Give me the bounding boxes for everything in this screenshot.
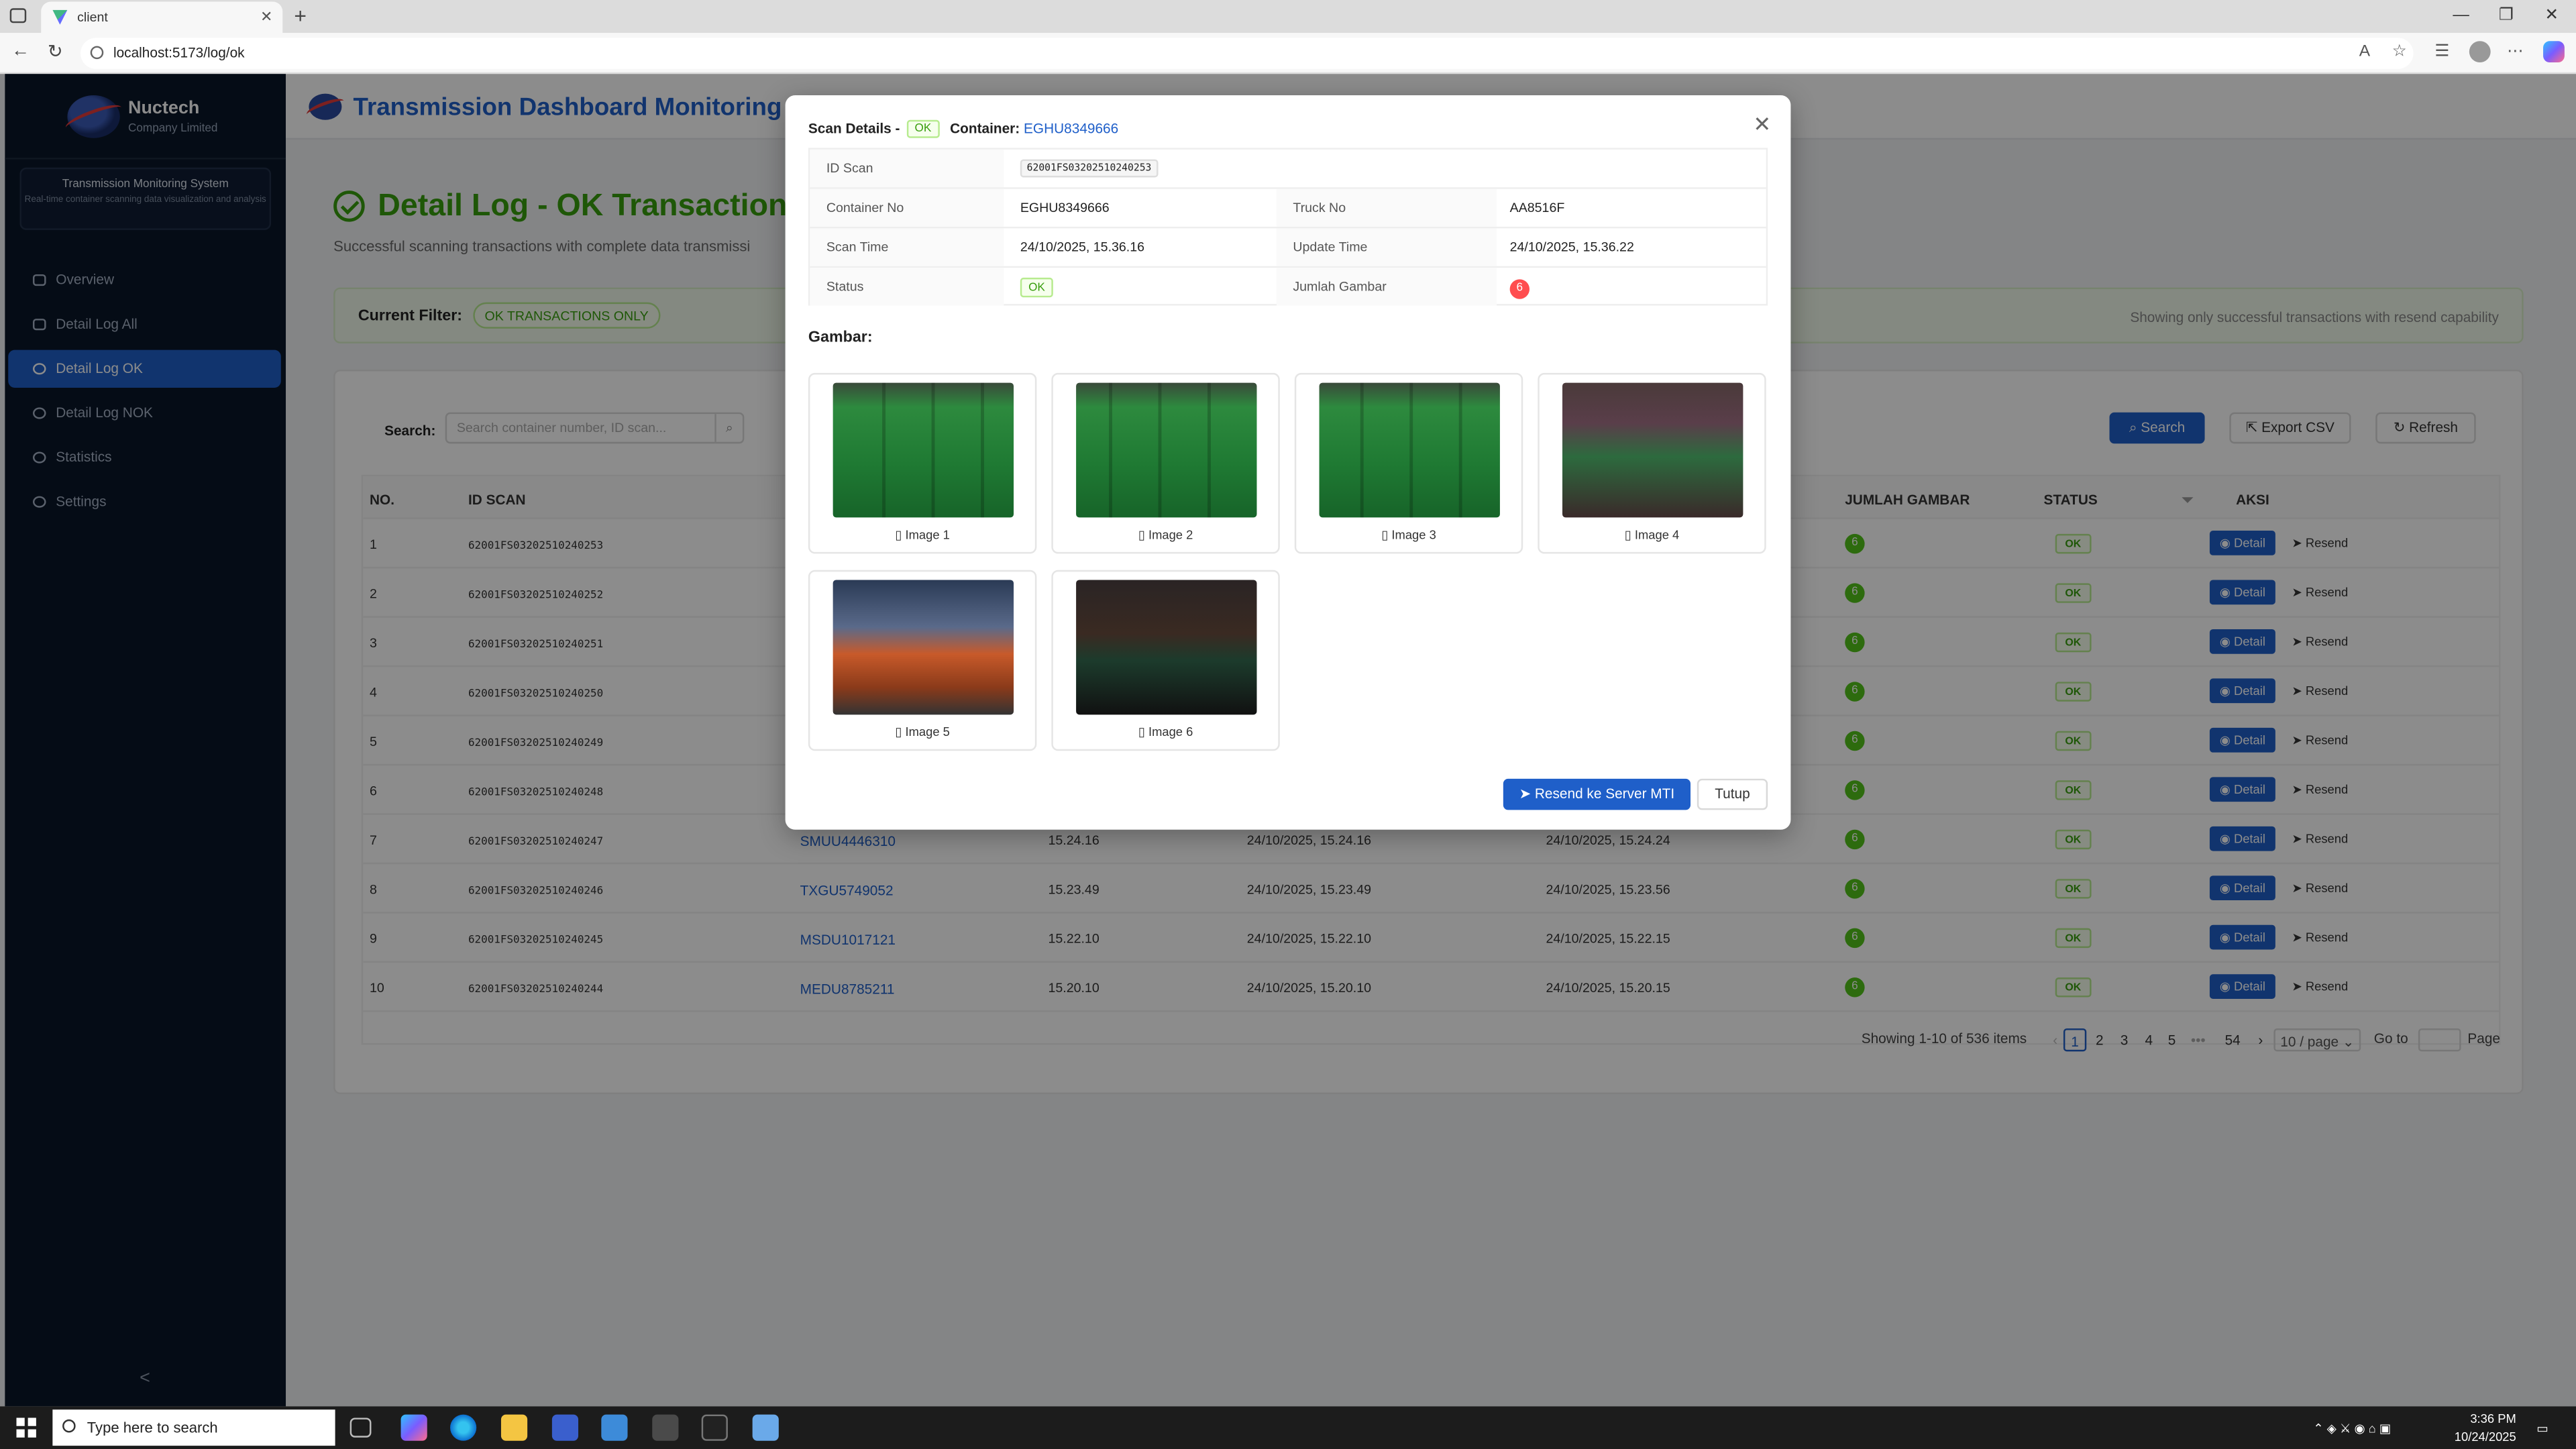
file-icon: ▯ <box>1138 724 1148 740</box>
back-icon[interactable]: ← <box>11 41 30 60</box>
url-text: localhost:5173/log/ok <box>113 44 245 61</box>
image-card-4[interactable]: ▯ Image 4 <box>1538 372 1766 554</box>
image-caption: ▯ Image 3 <box>1381 527 1436 543</box>
taskbar-search-input[interactable]: Type here to search <box>52 1409 335 1446</box>
update-time-label: Update Time <box>1276 228 1497 266</box>
profile-avatar-icon[interactable] <box>2469 41 2491 63</box>
windows-start-icon[interactable] <box>16 1417 36 1438</box>
scan-details-table: ID Scan 62001FS03202510240253 Container … <box>808 148 1768 307</box>
copilot-taskbar-icon[interactable] <box>400 1414 427 1441</box>
image-caption: ▯ Image 4 <box>1624 527 1680 543</box>
scan-details-modal: Scan Details - OK Container: EGHU8349666 … <box>785 95 1791 830</box>
task-view-icon[interactable] <box>350 1417 372 1438</box>
container-photo-2[interactable] <box>1076 382 1257 518</box>
image-card-5[interactable]: ▯ Image 5 <box>808 570 1037 751</box>
detail-row: Scan Time 24/10/2025, 15.36.16 Update Ti… <box>810 228 1766 268</box>
app-icon[interactable] <box>551 1414 579 1441</box>
detail-row: ID Scan 62001FS03202510240253 <box>810 149 1766 189</box>
file-icon: ▯ <box>1138 527 1148 543</box>
status-badge: OK <box>906 119 940 138</box>
id-scan-label: ID Scan <box>810 149 1004 188</box>
notification-icon[interactable]: ▭ <box>2536 1419 2548 1438</box>
detail-row: Status OK Jumlah Gambar 6 <box>810 268 1766 307</box>
terminal-icon[interactable] <box>701 1414 728 1441</box>
scan-time-value: 24/10/2025, 15.36.16 <box>1020 239 1145 255</box>
file-explorer-icon[interactable] <box>500 1414 528 1441</box>
browser-tab-title: client <box>77 9 108 25</box>
truck-no-label: Truck No <box>1276 189 1497 227</box>
vite-favicon-icon <box>52 9 68 25</box>
file-icon: ▯ <box>1624 527 1635 543</box>
container-label: Container: <box>950 119 1020 137</box>
send-icon: ➤ <box>1519 785 1535 802</box>
image-card-3[interactable]: ▯ Image 3 <box>1294 372 1523 554</box>
site-info-icon[interactable] <box>90 46 104 60</box>
mail-icon[interactable] <box>601 1414 628 1441</box>
browser-tab-strip: client ✕ + — ❐ ✕ <box>0 0 2576 33</box>
container-link[interactable]: EGHU8349666 <box>1024 120 1118 136</box>
reload-icon[interactable]: ↻ <box>48 41 63 62</box>
container-photo-6[interactable] <box>1076 580 1257 715</box>
clock[interactable]: 3:36 PM 10/24/2025 <box>2455 1409 2516 1446</box>
container-no-label: Container No <box>810 189 1004 227</box>
container-photo-4[interactable] <box>1562 382 1743 518</box>
status-label: Status <box>810 268 1004 306</box>
jumlah-gambar-label: Jumlah Gambar <box>1276 268 1497 306</box>
clock-date: 10/24/2025 <box>2454 1429 2516 1444</box>
clock-time: 3:36 PM <box>2470 1411 2516 1426</box>
detail-row: Container No EGHU8349666 Truck No AA8516… <box>810 189 1766 229</box>
collections-icon[interactable]: ☰ <box>2434 43 2449 61</box>
tab-actions-icon[interactable] <box>9 8 27 23</box>
file-icon: ▯ <box>1381 527 1392 543</box>
system-tray-icons[interactable]: ⌃ ◈ ⚔ ◉ ⌂ ▣ <box>2313 1419 2391 1438</box>
modal-title: Scan Details - OK Container: EGHU8349666 <box>808 119 1118 138</box>
gallery-title: Gambar: <box>808 328 873 347</box>
favorite-star-icon[interactable]: ☆ <box>2392 43 2407 61</box>
image-caption: ▯ Image 1 <box>895 527 950 543</box>
image-card-6[interactable]: ▯ Image 6 <box>1051 570 1280 751</box>
update-time-value: 24/10/2025, 15.36.22 <box>1509 239 1634 255</box>
file-icon: ▯ <box>895 527 906 543</box>
jumlah-gambar-value: 6 <box>1509 268 1530 305</box>
truck-no-value: AA8516F <box>1509 200 1565 215</box>
app-icon[interactable] <box>652 1414 679 1441</box>
copilot-icon[interactable] <box>2543 41 2565 63</box>
restore-icon[interactable]: ❐ <box>2499 0 2514 33</box>
close-icon[interactable]: ✕ <box>1753 112 1771 138</box>
image-caption: ▯ Image 2 <box>1138 527 1193 543</box>
more-menu-icon[interactable]: ⋯ <box>2507 43 2523 61</box>
minimize-icon[interactable]: — <box>2453 0 2469 33</box>
url-field[interactable]: localhost:5173/log/ok <box>80 38 2414 69</box>
close-tab-icon[interactable]: ✕ <box>260 1 272 33</box>
truck-photo-5[interactable] <box>833 580 1014 715</box>
image-card-1[interactable]: ▯ Image 1 <box>808 372 1037 554</box>
container-photo-1[interactable] <box>833 382 1014 518</box>
status-value: OK <box>1020 268 1054 305</box>
edge-icon[interactable] <box>450 1414 477 1441</box>
read-aloud-icon[interactable]: A <box>2359 43 2370 61</box>
image-card-2[interactable]: ▯ Image 2 <box>1051 372 1280 554</box>
container-photo-3[interactable] <box>1319 382 1500 518</box>
windows-taskbar: Type here to search ⌃ ◈ ⚔ ◉ ⌂ ▣ 3:36 PM … <box>0 1406 2576 1449</box>
image-caption: ▯ Image 6 <box>1138 724 1193 740</box>
scan-time-label: Scan Time <box>810 228 1004 266</box>
id-scan-value: 62001FS03202510240253 <box>1020 150 1159 187</box>
browser-tab[interactable]: client ✕ <box>41 1 283 33</box>
app-icon[interactable] <box>752 1414 779 1441</box>
image-caption: ▯ Image 5 <box>895 724 950 740</box>
address-bar: ← ↻ localhost:5173/log/ok A ☆ ☰ ⋯ <box>0 32 2576 74</box>
container-no-value: EGHU8349666 <box>1020 200 1110 215</box>
file-icon: ▯ <box>895 724 906 740</box>
search-icon <box>62 1419 76 1433</box>
close-modal-button[interactable]: Tutup <box>1697 778 1768 810</box>
new-tab-icon[interactable]: + <box>294 0 307 32</box>
resend-server-button[interactable]: ➤ Resend ke Server MTI <box>1503 778 1691 810</box>
close-window-icon[interactable]: ✕ <box>2545 0 2559 33</box>
